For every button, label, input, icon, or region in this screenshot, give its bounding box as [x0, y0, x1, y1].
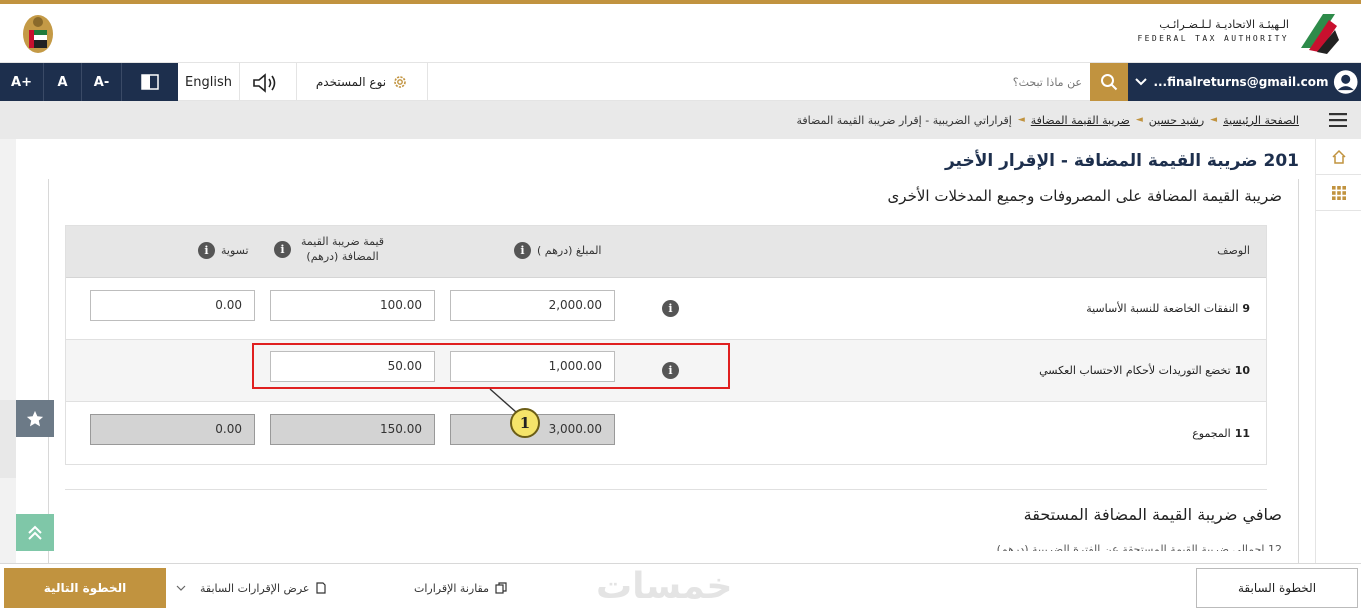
section-divider — [65, 489, 1267, 490]
info-icon[interactable]: i — [198, 242, 215, 259]
search-button[interactable] — [1090, 63, 1128, 101]
footer-actions: الخطوة التالية عرض الإقرارات السابقة مقا… — [0, 563, 1361, 613]
search-input[interactable] — [740, 63, 1090, 101]
total-adjustment-field: 0.00 — [90, 414, 255, 445]
adjustment-field[interactable]: 0.00 — [90, 290, 255, 321]
row-label: 10 تخضع التوريدات لأحكام الاحتساب العكسي — [1039, 364, 1250, 377]
hamburger-menu-button[interactable] — [1315, 101, 1361, 139]
breadcrumb-separator-icon: ◄ — [1017, 115, 1025, 125]
section2-partial-row: 12 إجمالي ضريبة القيمة المستحقة عن الفتر… — [996, 543, 1282, 551]
compare-returns-button[interactable]: مقارنة الإقرارات — [414, 564, 507, 612]
user-avatar-icon — [1333, 70, 1358, 94]
grid-icon — [1332, 185, 1346, 200]
speaker-icon[interactable] — [250, 72, 284, 94]
copy-icon — [495, 582, 507, 594]
info-icon[interactable]: i — [662, 300, 679, 317]
gear-icon — [394, 76, 406, 88]
previous-returns-label: عرض الإقرارات السابقة — [200, 581, 310, 595]
header-amount: المبلغ (درهم ) i — [514, 242, 602, 259]
row-label: 9 النفقات الخاضعة للنسبة الأساسية — [1086, 302, 1250, 315]
contrast-icon — [141, 74, 159, 90]
header-adjustment: تسوية i — [198, 242, 249, 259]
breadcrumb-separator-icon: ◄ — [1210, 115, 1218, 125]
document-icon — [316, 582, 327, 594]
next-step-button[interactable]: الخطوة التالية — [4, 568, 166, 608]
fta-logo-icon — [1301, 14, 1339, 54]
site-header: الـهيئـة الاتحاديـة لـلـضـرائـب FEDERAL … — [0, 4, 1361, 62]
total-vat-field: 150.00 — [270, 414, 435, 445]
favorite-button[interactable] — [16, 400, 54, 437]
vat-amount-field[interactable]: 100.00 — [270, 290, 435, 321]
hamburger-icon — [1329, 113, 1347, 127]
breadcrumb-separator-icon: ◄ — [1135, 115, 1143, 125]
side-nav — [1315, 139, 1361, 563]
user-type-label: نوع المستخدم — [315, 75, 387, 89]
search-icon — [1101, 74, 1118, 91]
breadcrumb-vat-link[interactable]: ضريبة القيمة المضافة — [1031, 114, 1130, 127]
contrast-button[interactable] — [122, 63, 178, 101]
user-type-selector[interactable]: نوع المستخدم — [296, 63, 428, 101]
info-icon[interactable]: i — [274, 240, 291, 258]
font-normal-button[interactable]: A — [44, 63, 82, 101]
breadcrumb-user-link[interactable]: رشيد حسين — [1149, 114, 1204, 127]
toolbar: A+ A A- English نوع المستخدم ...fina — [0, 62, 1361, 101]
double-chevron-up-icon — [28, 525, 42, 540]
breadcrumb-home-link[interactable]: الصفحة الرئيسية — [1223, 114, 1299, 127]
font-increase-button[interactable]: A+ — [0, 63, 44, 101]
home-icon — [1332, 149, 1346, 164]
breadcrumb: الصفحة الرئيسية ◄ رشيد حسين ◄ ضريبة القي… — [796, 101, 1299, 139]
user-menu[interactable]: ...finalreturns@gmail.com — [1128, 63, 1361, 101]
authority-name-en: FEDERAL TAX AUTHORITY — [1137, 34, 1289, 43]
compare-returns-label: مقارنة الإقرارات — [414, 581, 490, 595]
uae-emblem-icon — [23, 15, 53, 53]
table-row-total: 11 المجموع 3,000.00 150.00 0.00 — [66, 402, 1266, 464]
language-toggle[interactable]: English — [178, 63, 240, 101]
section2-title: صافي ضريبة القيمة المضافة المستحقة — [1023, 505, 1282, 524]
amount-field[interactable]: 2,000.00 — [450, 290, 615, 321]
previous-returns-dropdown[interactable]: عرض الإقرارات السابقة — [176, 564, 327, 612]
watermark: خمسات — [596, 566, 733, 607]
apps-nav-button[interactable] — [1316, 175, 1361, 211]
chevron-down-icon — [1135, 78, 1147, 86]
scroll-top-button[interactable] — [16, 514, 54, 551]
breadcrumb-current: إقراراتي الضريبية - إقرار ضريبة القيمة ا… — [796, 113, 1012, 127]
header-vat-amount: قيمة ضريبة القيمة المضافة (درهم) i — [274, 234, 384, 264]
font-decrease-button[interactable]: A- — [82, 63, 122, 101]
row-label: 11 المجموع — [1192, 426, 1250, 440]
section-title: ضريبة القيمة المضافة على المصروفات وجميع… — [887, 187, 1282, 205]
side-tab — [0, 400, 16, 478]
callout-badge: 1 — [510, 408, 540, 438]
header-description: الوصف — [1217, 244, 1250, 257]
previous-step-button[interactable]: الخطوة السابقة — [1196, 568, 1358, 608]
page-title: 201 ضريبة القيمة المضافة - الإقرار الأخي… — [944, 151, 1299, 171]
authority-name-ar: الـهيئـة الاتحاديـة لـلـضـرائـب — [1159, 18, 1289, 31]
table-row: 9 النفقات الخاضعة للنسبة الأساسية i 2,00… — [66, 278, 1266, 340]
chevron-down-icon — [176, 585, 186, 591]
user-email: ...finalreturns@gmail.com — [1153, 75, 1329, 89]
info-icon[interactable]: i — [514, 242, 531, 259]
authority-name: الـهيئـة الاتحاديـة لـلـضـرائـب FEDERAL … — [1137, 18, 1289, 43]
highlight-box — [252, 343, 730, 389]
table-header: الوصف المبلغ (درهم ) i قيمة ضريبة القيمة… — [66, 226, 1266, 278]
star-icon — [26, 410, 44, 426]
home-nav-button[interactable] — [1316, 139, 1361, 175]
breadcrumb-bar: الصفحة الرئيسية ◄ رشيد حسين ◄ ضريبة القي… — [0, 101, 1361, 139]
